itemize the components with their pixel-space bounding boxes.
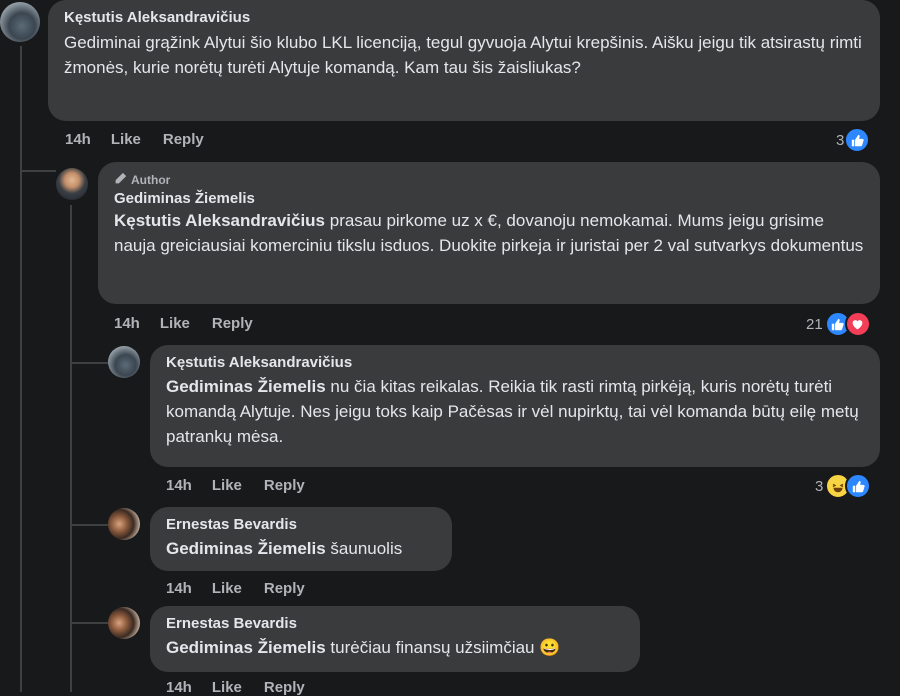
comment-body: turėčiau finansų užsiimčiau 😀 <box>325 638 561 657</box>
like-button[interactable]: Like <box>212 679 242 696</box>
reply-button[interactable]: Reply <box>264 477 305 494</box>
comment-time[interactable]: 14h <box>166 580 192 597</box>
comment-actions: 14h Like Reply <box>166 580 327 597</box>
comment-text: Gediminai grąžink Alytui šio klubo LKL l… <box>64 33 862 77</box>
thread-connector <box>70 622 108 624</box>
author-badge-label: Author <box>131 173 171 187</box>
comment-time[interactable]: 14h <box>65 131 91 148</box>
reply-button[interactable]: Reply <box>264 580 305 597</box>
comment-body: šaunuolis <box>325 539 403 558</box>
like-button[interactable]: Like <box>160 315 190 332</box>
author-badge: Author <box>114 172 170 188</box>
comment-text: Gediminas Žiemelis šaunuolis <box>166 536 436 561</box>
comment-time[interactable]: 14h <box>166 679 192 696</box>
avatar[interactable] <box>108 607 140 639</box>
comment-actions: 14h Like Reply <box>166 477 327 494</box>
comment-text: Gediminas Žiemelis turėčiau finansų užsi… <box>166 635 624 660</box>
comment-bubble: Author Gediminas Žiemelis Kęstutis Aleks… <box>98 162 880 304</box>
comment-text: Gediminas Žiemelis nu čia kitas reikalas… <box>166 374 864 449</box>
comment-text: Kęstutis Aleksandravičius prasau pirkome… <box>114 208 864 258</box>
reaction-number: 21 <box>806 315 823 333</box>
reaction-count[interactable]: 3 <box>815 473 872 499</box>
comment-actions: 14h Like Reply <box>114 315 275 332</box>
comment-actions: 14h Like Reply <box>65 131 226 148</box>
mention-link[interactable]: Kęstutis Aleksandravičius <box>114 211 325 230</box>
like-button[interactable]: Like <box>111 131 141 148</box>
comment-time[interactable]: 14h <box>166 477 192 494</box>
mention-link[interactable]: Gediminas Žiemelis <box>166 539 326 558</box>
comment-author[interactable]: Kęstutis Aleksandravičius <box>166 354 864 371</box>
reply-button[interactable]: Reply <box>264 679 305 696</box>
avatar[interactable] <box>56 168 88 200</box>
pencil-icon <box>114 172 127 188</box>
like-icon <box>845 473 872 499</box>
reply-button[interactable]: Reply <box>163 131 204 148</box>
comment-author[interactable]: Ernestas Bevardis <box>166 615 624 632</box>
like-button[interactable]: Like <box>212 580 242 597</box>
comment-author[interactable]: Gediminas Žiemelis <box>114 190 864 207</box>
avatar[interactable] <box>108 508 140 540</box>
reply-button[interactable]: Reply <box>212 315 253 332</box>
comment-author[interactable]: Ernestas Bevardis <box>166 516 436 533</box>
comment-bubble: Ernestas Bevardis Gediminas Žiemelis tur… <box>150 606 640 672</box>
thread-connector <box>20 170 56 172</box>
reaction-count[interactable]: 3 <box>836 127 871 153</box>
avatar[interactable] <box>108 346 140 378</box>
thread-connector <box>70 524 108 526</box>
comment-bubble: Kęstutis Aleksandravičius Gediminas Žiem… <box>150 345 880 467</box>
like-button[interactable]: Like <box>212 477 242 494</box>
thread-line <box>20 46 22 692</box>
avatar[interactable] <box>0 2 40 42</box>
comment-bubble: Ernestas Bevardis Gediminas Žiemelis šau… <box>150 507 452 571</box>
reaction-number: 3 <box>836 131 845 149</box>
like-icon <box>844 127 871 153</box>
thread-line <box>70 205 72 692</box>
comment-actions: 14h Like Reply <box>166 679 327 696</box>
comment-author[interactable]: Kęstutis Aleksandravičius <box>64 9 864 26</box>
mention-link[interactable]: Gediminas Žiemelis <box>166 377 326 396</box>
thread-connector <box>70 362 108 364</box>
comment-time[interactable]: 14h <box>114 315 140 332</box>
comment-bubble: Kęstutis Aleksandravičius Gediminai grąž… <box>48 0 880 121</box>
reaction-count[interactable]: 21 <box>806 311 871 337</box>
love-icon <box>844 311 871 337</box>
reaction-number: 3 <box>815 477 824 495</box>
mention-link[interactable]: Gediminas Žiemelis <box>166 638 326 657</box>
